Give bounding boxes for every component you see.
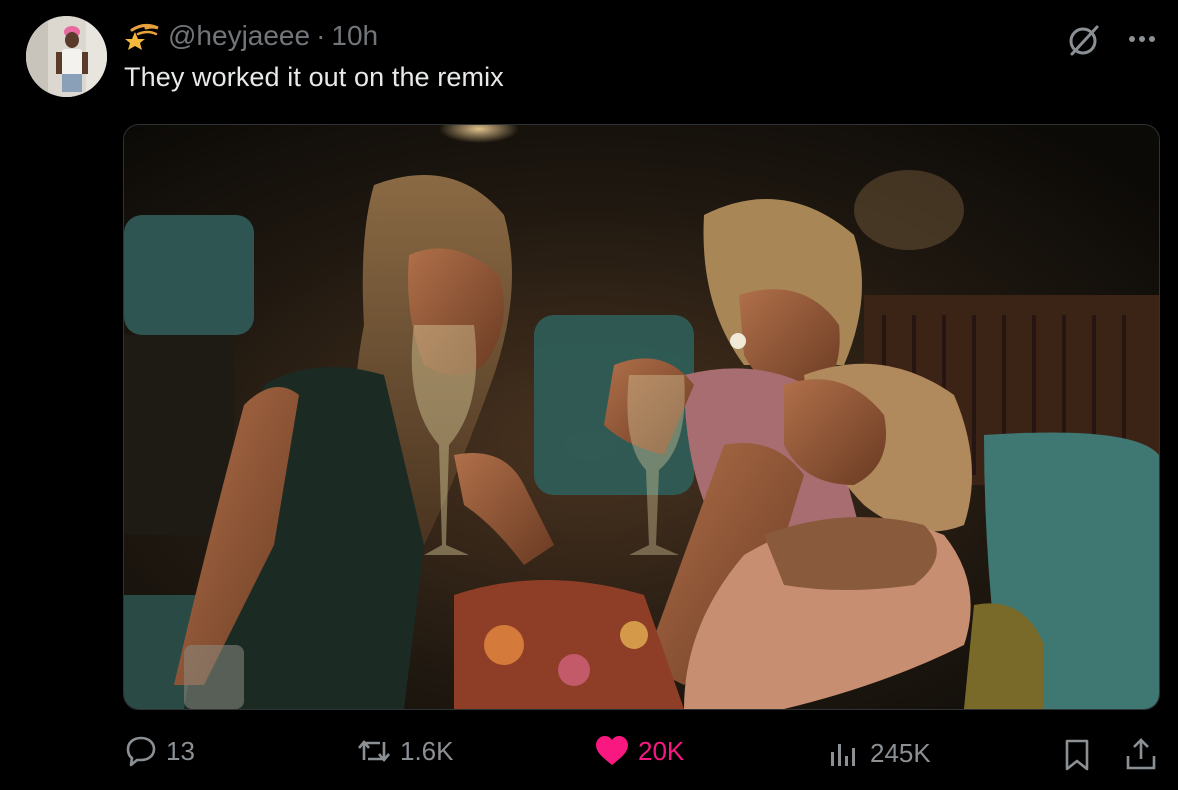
- repost-button[interactable]: 1.6K: [356, 734, 454, 768]
- like-button[interactable]: 20K: [594, 734, 684, 768]
- views-count: 245K: [870, 737, 931, 768]
- photo-image: [124, 125, 1159, 709]
- reply-icon: [126, 736, 156, 767]
- post-time[interactable]: 10h: [331, 20, 378, 52]
- avatar-image: [26, 16, 107, 97]
- separator: ·: [316, 20, 326, 51]
- post-media-photo[interactable]: [123, 124, 1160, 710]
- post-header: @heyjaeee · 10h: [124, 18, 378, 54]
- grok-icon[interactable]: [1066, 22, 1102, 58]
- reply-button[interactable]: 13: [124, 734, 195, 768]
- reply-count: 13: [166, 735, 195, 766]
- shooting-star-icon: [125, 23, 159, 50]
- views-button[interactable]: 245K: [828, 736, 931, 770]
- repost-icon: [358, 739, 390, 763]
- share-icon[interactable]: [1124, 736, 1158, 772]
- bookmark-icon[interactable]: [1062, 738, 1092, 772]
- like-count: 20K: [638, 735, 685, 766]
- repost-count: 1.6K: [400, 735, 454, 766]
- action-bar: 13 1.6K 20K 245K: [0, 726, 1178, 782]
- author-handle[interactable]: @heyjaeee: [168, 20, 310, 52]
- avatar[interactable]: [26, 16, 107, 97]
- more-options-icon[interactable]: [1124, 24, 1160, 54]
- analytics-icon: [831, 744, 855, 766]
- heart-icon: [596, 736, 628, 765]
- post-text: They worked it out on the remix: [124, 62, 504, 92]
